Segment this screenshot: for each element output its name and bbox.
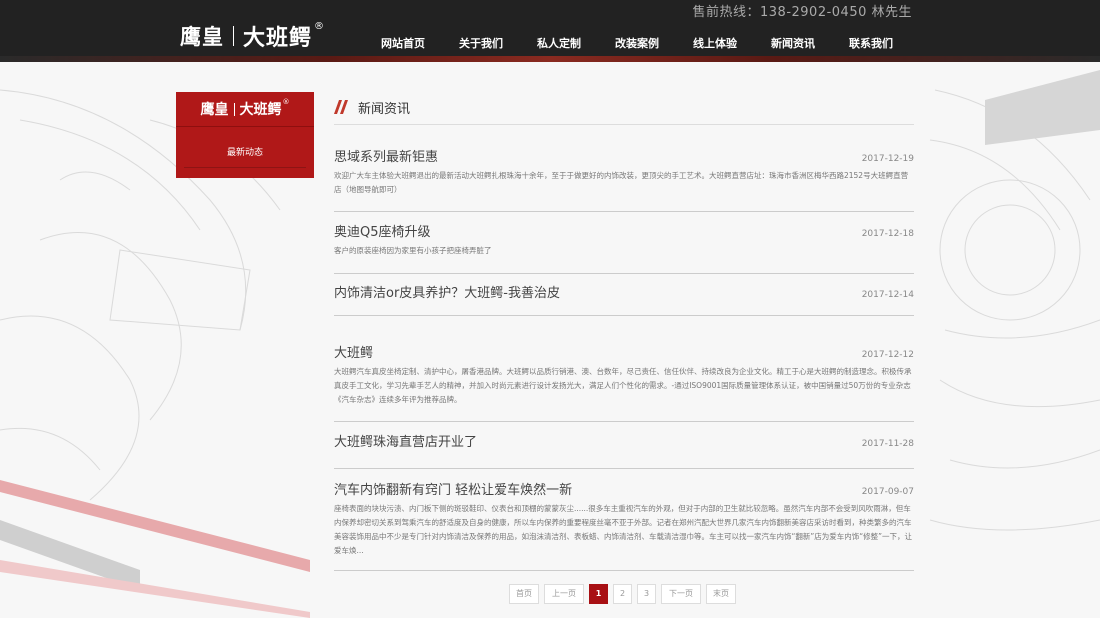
news-item: 2017-12-12 大班鳄 大班鳄汽车真皮坐椅定制、清护中心，屠香港品牌。大班…	[334, 347, 914, 422]
last-page-button[interactable]: 末页	[706, 584, 736, 604]
sidebar-logo-part1: 鹰皇	[200, 102, 229, 118]
news-list: 2017-12-19 思域系列最新钜惠 欢迎广大车主体验大班鳄退出的最新活动大班…	[334, 151, 914, 571]
sidebar: 鹰皇 大班鳄 ® 最新动态	[176, 92, 314, 178]
next-page-button[interactable]: 下一页	[661, 584, 701, 604]
double-slash-icon	[334, 100, 348, 114]
nav-about[interactable]: 关于我们	[442, 35, 520, 51]
nav-cases[interactable]: 改装案例	[598, 35, 676, 51]
news-date: 2017-12-18	[861, 229, 914, 239]
registered-icon: ®	[314, 20, 325, 32]
first-page-button[interactable]: 首页	[509, 584, 539, 604]
news-title-link[interactable]: 思域系列最新钜惠	[334, 151, 914, 165]
sidebar-logo-part2: 大班鳄	[239, 102, 282, 118]
news-item: 2017-11-28 大班鳄珠海直营店开业了	[334, 436, 914, 469]
news-item: 2017-12-18 奥迪Q5座椅升级 客户的原装座椅因为家里有小孩子把座椅弄脏…	[334, 226, 914, 274]
news-date: 2017-11-28	[861, 439, 914, 449]
news-summary: 大班鳄汽车真皮坐椅定制、清护中心，屠香港品牌。大班鳄以品质行销港、澳、台数年，尽…	[334, 367, 912, 404]
nav-contact[interactable]: 联系我们	[832, 35, 910, 51]
sidebar-registered-icon: ®	[282, 98, 290, 106]
page-3-button[interactable]: 3	[637, 584, 656, 604]
prev-page-button[interactable]: 上一页	[544, 584, 584, 604]
news-summary: 客户的原装座椅因为家里有小孩子把座椅弄脏了	[334, 246, 492, 255]
sidebar-item-latest-news[interactable]: 最新动态	[184, 145, 306, 168]
news-summary: 座椅表面的块块污渍、内门板下侧的斑驳鞋印、仪表台和顶棚的蒙蒙灰尘......很多…	[334, 504, 913, 555]
news-date: 2017-12-19	[861, 154, 914, 164]
news-item: 2017-12-14 内饰清洁or皮具养护？大班鳄-我善治皮	[334, 287, 914, 316]
sidebar-logo-divider	[233, 102, 235, 116]
site-header: 鹰皇 大班鳄 ® 售前热线：138-2902-0450 林先生 网站首页 关于我…	[0, 0, 1100, 62]
section-title: 新闻资讯	[358, 101, 411, 117]
section-header: 新闻资讯	[334, 90, 914, 125]
news-title-link[interactable]: 内饰清洁or皮具养护？大班鳄-我善治皮	[334, 287, 914, 301]
news-date: 2017-12-12	[861, 350, 914, 360]
logo-part2: 大班鳄	[243, 26, 313, 51]
news-date: 2017-09-07	[861, 487, 914, 497]
header-accent-strip	[0, 56, 1100, 62]
news-title-link[interactable]: 汽车内饰翻新有窍门 轻松让爱车焕然一新	[334, 484, 914, 498]
logo-divider	[233, 26, 234, 46]
page-1-button[interactable]: 1	[589, 584, 608, 604]
nav-home[interactable]: 网站首页	[364, 35, 442, 51]
news-section: 新闻资讯 2017-12-19 思域系列最新钜惠 欢迎广大车主体验大班鳄退出的最…	[334, 90, 914, 571]
hotline-text: 售前热线：138-2902-0450 林先生	[692, 5, 912, 20]
news-item: 2017-09-07 汽车内饰翻新有窍门 轻松让爱车焕然一新 座椅表面的块块污渍…	[334, 484, 914, 571]
news-title-link[interactable]: 大班鳄	[334, 347, 914, 361]
news-date: 2017-12-14	[861, 290, 914, 300]
main-nav: 网站首页 关于我们 私人定制 改装案例 线上体验 新闻资讯 联系我们	[364, 35, 910, 51]
site-logo[interactable]: 鹰皇 大班鳄 ®	[180, 20, 324, 52]
news-summary: 欢迎广大车主体验大班鳄退出的最新活动大班鳄扎根珠海十余年，至于于做更好的内饰改装…	[334, 171, 909, 194]
news-title-link[interactable]: 大班鳄珠海直营店开业了	[334, 436, 914, 450]
logo-part1: 鹰皇	[180, 24, 224, 49]
nav-news[interactable]: 新闻资讯	[754, 35, 832, 51]
page-2-button[interactable]: 2	[613, 584, 632, 604]
nav-custom[interactable]: 私人定制	[520, 35, 598, 51]
pagination: 首页 上一页 1 2 3 下一页 末页	[509, 584, 741, 604]
news-title-link[interactable]: 奥迪Q5座椅升级	[334, 226, 914, 240]
news-item: 2017-12-19 思域系列最新钜惠 欢迎广大车主体验大班鳄退出的最新活动大班…	[334, 151, 914, 212]
sidebar-logo: 鹰皇 大班鳄 ®	[176, 92, 314, 127]
nav-online-experience[interactable]: 线上体验	[676, 35, 754, 51]
